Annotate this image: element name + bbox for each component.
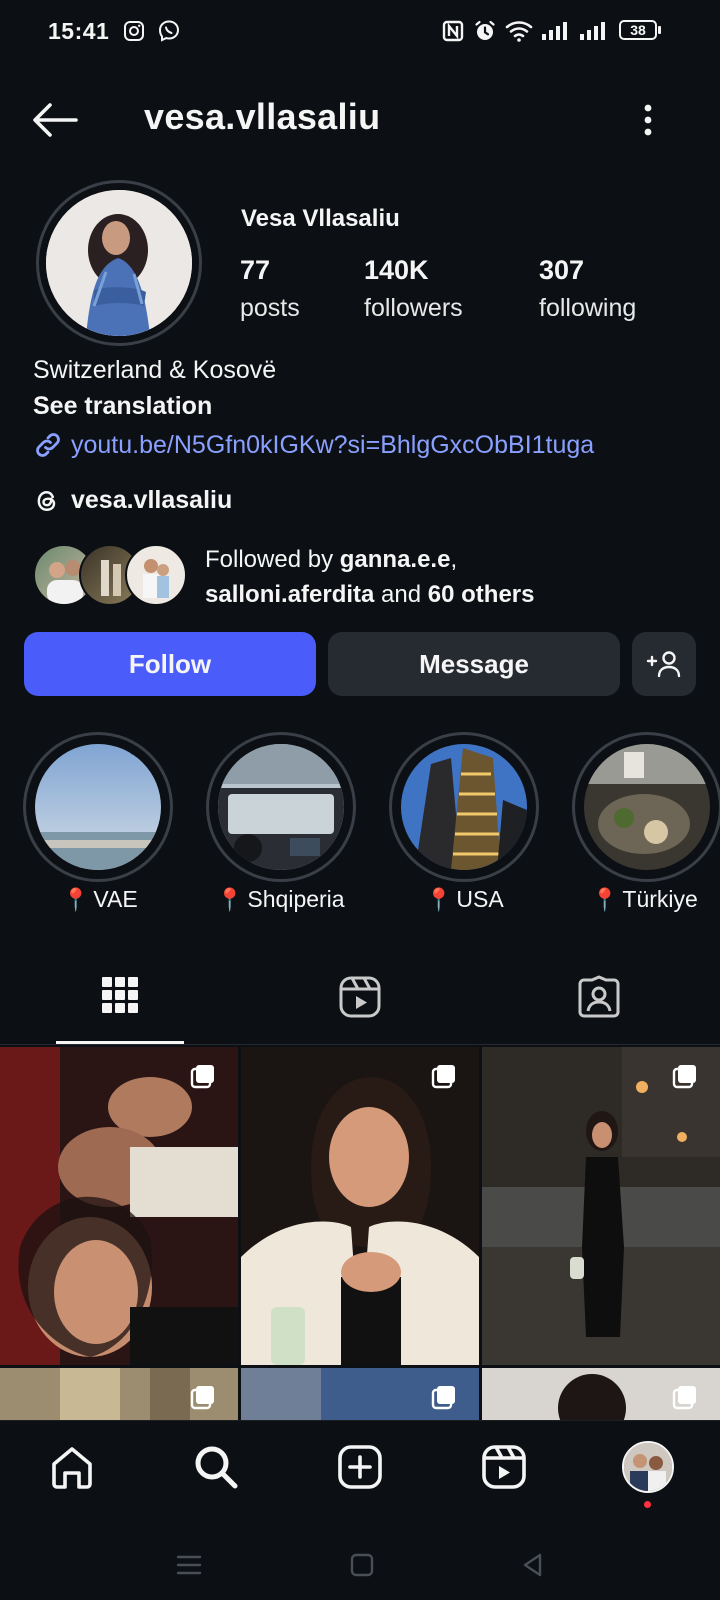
post-thumbnail[interactable] — [482, 1047, 720, 1365]
signal-icon — [542, 22, 567, 40]
highlight-label-text: Shqiperia — [247, 886, 345, 912]
highlight-label-text: USA — [456, 886, 504, 912]
battery-tip — [658, 26, 661, 34]
followed-by-comma: , — [450, 546, 458, 573]
pin-icon: 📍 — [425, 886, 453, 912]
threads-handle: vesa.vllasaliu — [71, 486, 233, 514]
avatar — [125, 544, 187, 606]
bio-text: Switzerland & Kosovë — [33, 356, 277, 384]
system-navigation-bar — [0, 1530, 720, 1600]
multiple-photos-icon — [190, 1386, 214, 1410]
post-thumbnail[interactable] — [0, 1368, 238, 1420]
profile-nav-avatar[interactable] — [622, 1441, 674, 1493]
multiple-photos-icon — [431, 1386, 455, 1410]
posts-label[interactable]: posts — [240, 294, 300, 323]
followers-count[interactable]: 140K — [364, 255, 429, 286]
following-count[interactable]: 307 — [539, 255, 584, 286]
mutual-follower-2[interactable]: salloni.aferdita — [205, 581, 374, 608]
multiple-photos-icon — [672, 1386, 696, 1410]
threads-icon — [37, 490, 56, 511]
pin-icon: 📍 — [591, 886, 619, 912]
back-arrow-icon[interactable] — [30, 100, 82, 140]
alarm-icon — [475, 20, 495, 40]
posts-count[interactable]: 77 — [240, 255, 270, 286]
recent-apps-icon[interactable] — [176, 1552, 202, 1578]
reels-nav-icon[interactable] — [480, 1443, 528, 1491]
pin-icon: 📍 — [62, 886, 90, 912]
highlight-label[interactable]: 📍 Shqiperia — [216, 886, 345, 913]
notification-dot — [644, 1501, 651, 1508]
following-label[interactable]: following — [539, 294, 636, 323]
followed-by-text[interactable]: Followed by ganna.e.e, salloni.aferdita … — [205, 542, 695, 612]
home-button-icon[interactable] — [349, 1552, 375, 1578]
viber-icon — [158, 20, 180, 42]
followed-by-prefix: Followed by — [205, 546, 340, 573]
follow-button[interactable]: Follow — [24, 632, 316, 696]
profile-avatar[interactable] — [46, 190, 192, 336]
home-icon[interactable] — [48, 1443, 96, 1491]
followers-label[interactable]: followers — [364, 294, 463, 323]
back-button-icon[interactable] — [520, 1552, 546, 1578]
create-post-icon[interactable] — [336, 1443, 384, 1491]
highlight-label-text: VAE — [93, 886, 138, 912]
multiple-photos-icon — [672, 1065, 696, 1089]
mutual-follower-1[interactable]: ganna.e.e — [340, 546, 451, 573]
highlight-cover[interactable] — [584, 744, 710, 870]
followed-by-and: and — [374, 581, 428, 608]
search-icon[interactable] — [192, 1443, 240, 1491]
post-thumbnail[interactable] — [241, 1047, 479, 1365]
battery-level: 38 — [630, 22, 646, 38]
highlight-cover[interactable] — [35, 744, 161, 870]
post-thumbnail[interactable] — [241, 1368, 479, 1420]
post-thumbnail[interactable] — [0, 1047, 238, 1365]
tab-divider — [0, 1044, 720, 1045]
mutual-followers-avatars[interactable] — [33, 544, 187, 606]
add-person-icon — [646, 651, 681, 678]
highlight-label[interactable]: 📍 VAE — [62, 886, 138, 913]
avatar-photo — [46, 190, 192, 336]
instagram-icon — [124, 21, 144, 41]
mutual-followers-others[interactable]: 60 others — [428, 581, 535, 608]
multiple-photos-icon — [190, 1065, 214, 1089]
signal-icon — [580, 22, 605, 40]
highlight-label[interactable]: 📍 USA — [425, 886, 504, 913]
see-translation-link[interactable]: See translation — [33, 392, 212, 421]
display-name: Vesa Vllasaliu — [241, 205, 400, 232]
more-options-icon[interactable] — [640, 100, 656, 140]
pin-icon: 📍 — [216, 886, 244, 912]
tagged-icon[interactable] — [577, 975, 621, 1019]
threads-badge[interactable]: vesa.vllasaliu — [33, 486, 232, 515]
nfc-icon — [442, 20, 464, 42]
suggest-people-button[interactable] — [632, 632, 696, 696]
status-bar: 15:41 38 — [0, 0, 720, 64]
highlight-label-text: Türkiye — [622, 886, 698, 912]
status-time: 15:41 — [48, 18, 110, 44]
multiple-photos-icon — [431, 1065, 455, 1089]
bottom-navigation — [0, 1420, 720, 1531]
bio-link[interactable]: youtu.be/N5Gfn0kIGKw?si=BhlgGxcObBI1tuga — [33, 430, 594, 460]
message-button[interactable]: Message — [328, 632, 620, 696]
bio-link-text: youtu.be/N5Gfn0kIGKw?si=BhlgGxcObBI1tuga — [71, 430, 595, 459]
reels-icon[interactable] — [338, 975, 382, 1019]
link-icon — [36, 433, 60, 457]
profile-username: vesa.vllasaliu — [144, 96, 381, 137]
post-thumbnail[interactable] — [482, 1368, 720, 1420]
battery-icon: 38 — [619, 20, 657, 40]
grid-icon[interactable] — [100, 975, 140, 1015]
highlight-cover[interactable] — [401, 744, 527, 870]
highlight-cover[interactable] — [218, 744, 344, 870]
highlight-label[interactable]: 📍 Türkiye — [591, 886, 698, 913]
wifi-icon — [505, 21, 533, 42]
